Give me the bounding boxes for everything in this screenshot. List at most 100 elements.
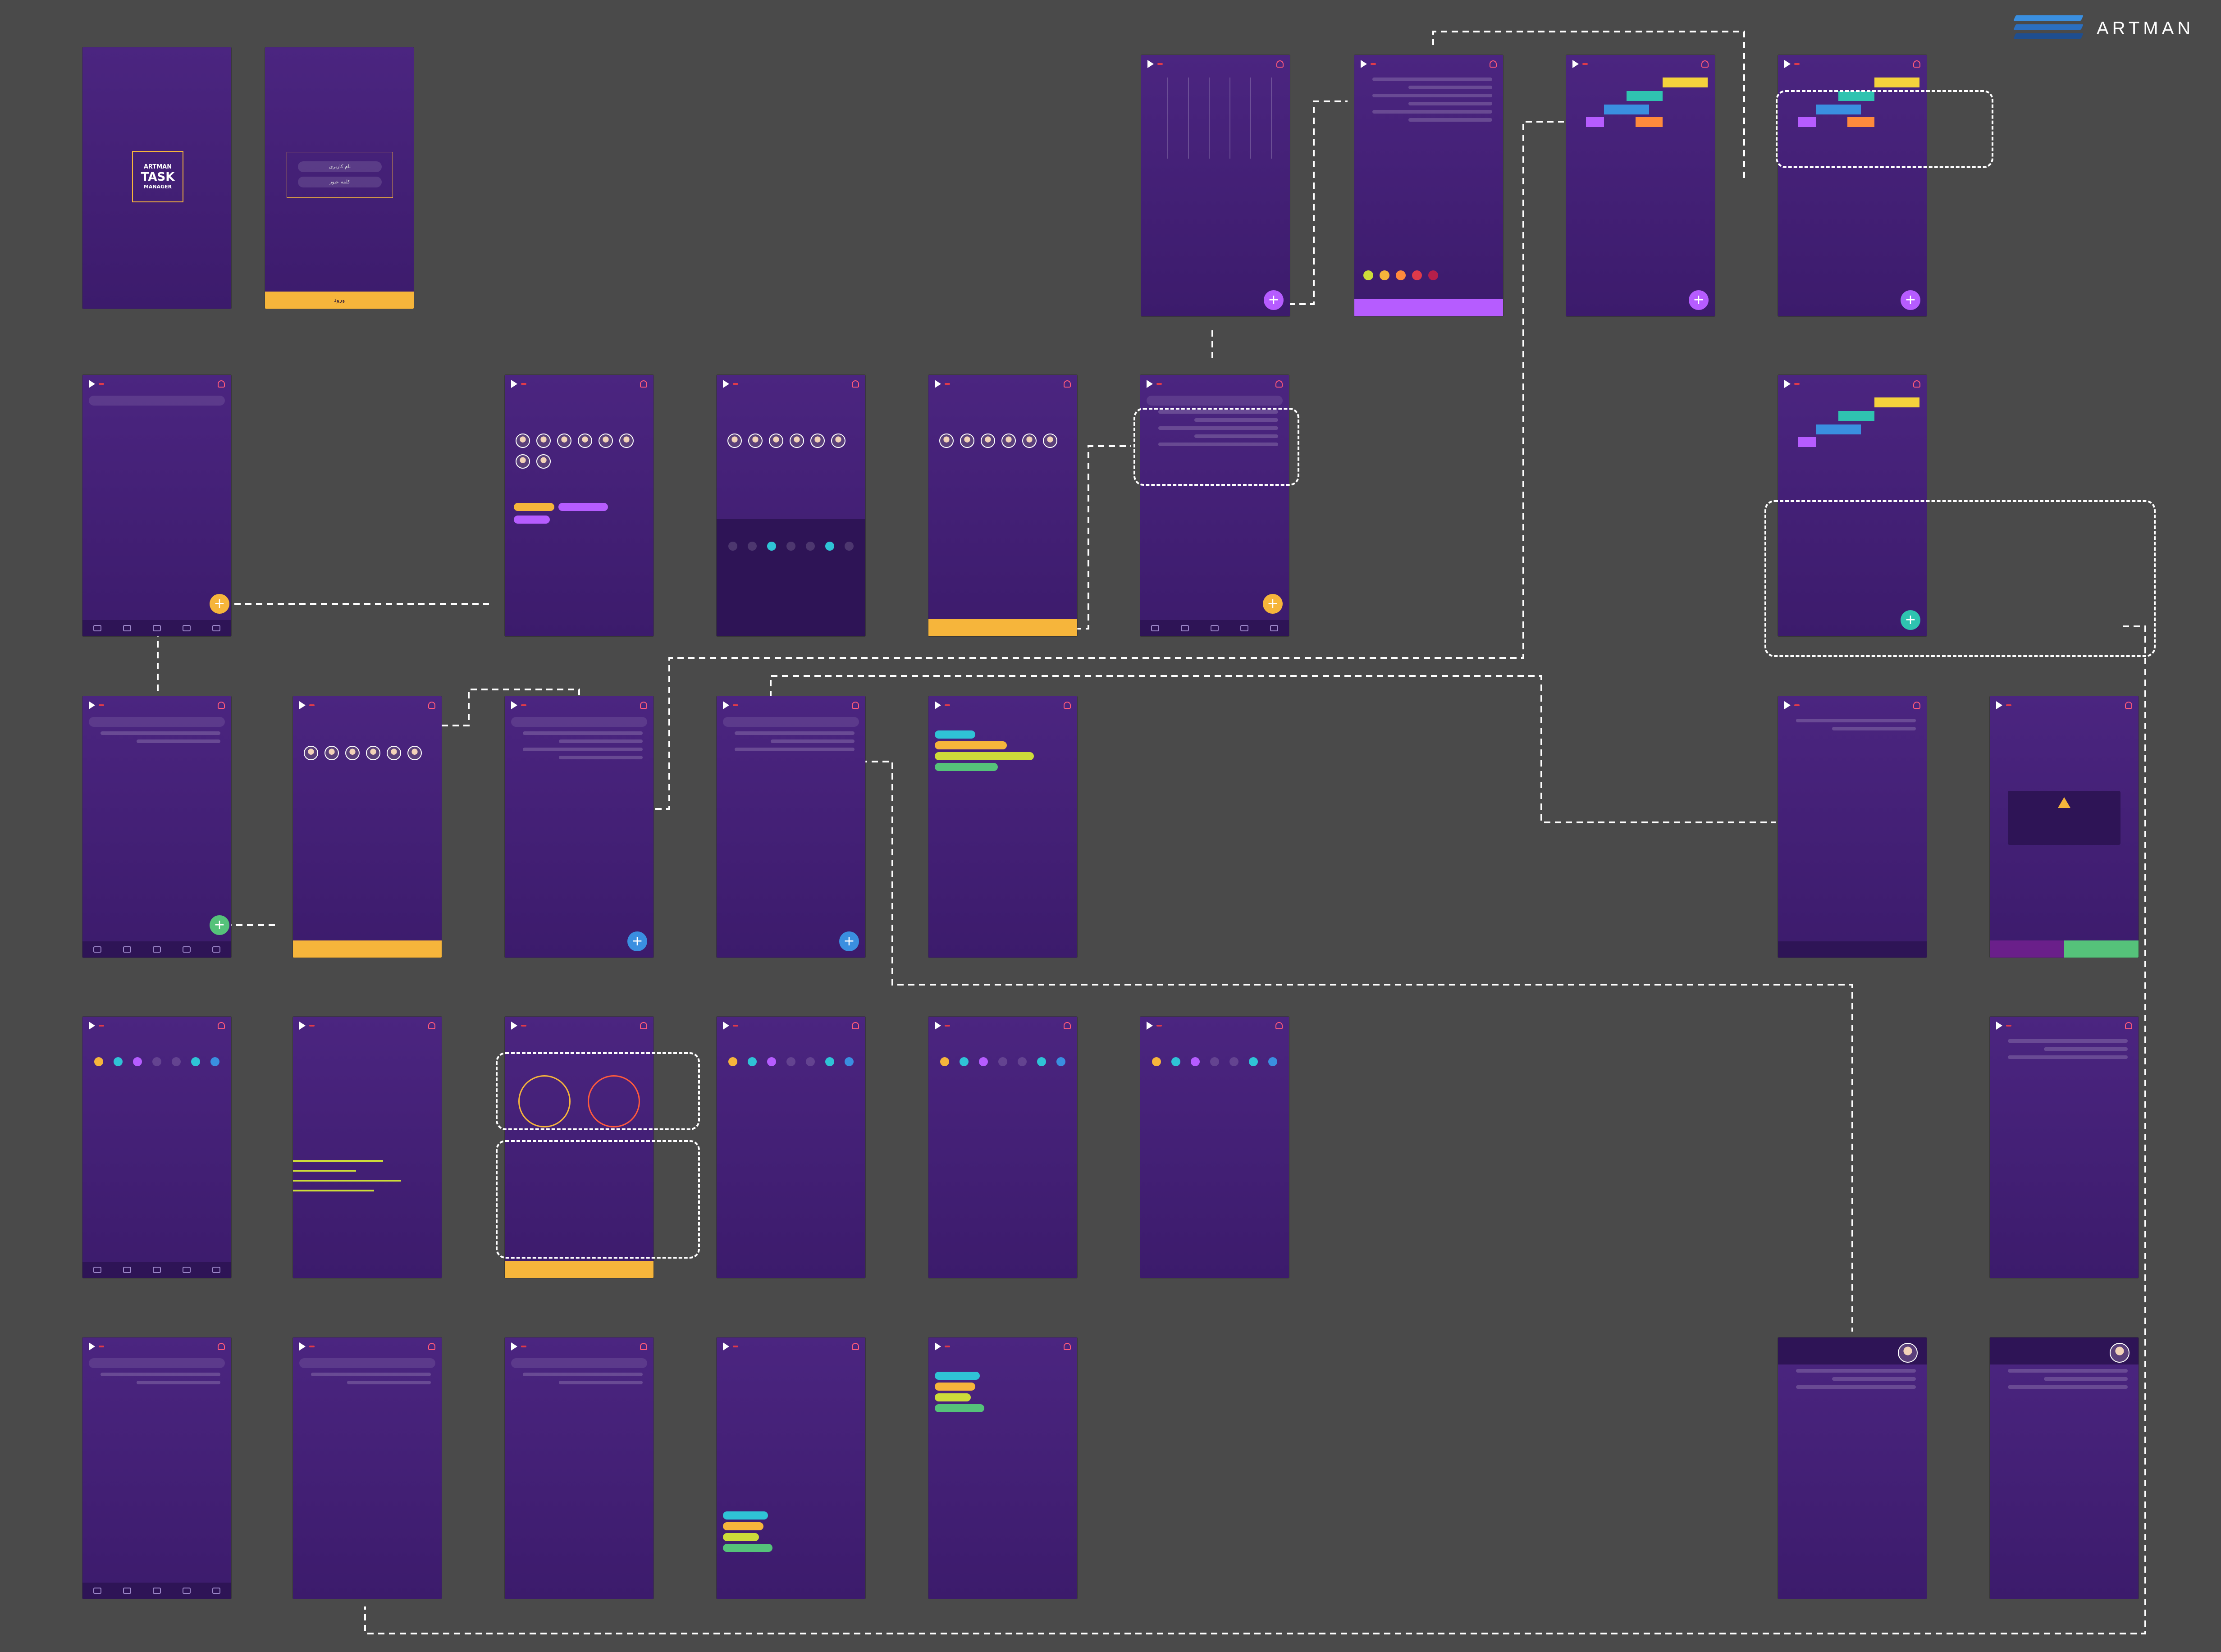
archive-row[interactable]: [137, 1381, 220, 1384]
calendar-day[interactable]: [1037, 1057, 1046, 1066]
tag-pill[interactable]: [935, 741, 1007, 749]
bell-icon[interactable]: [2125, 1022, 2132, 1029]
calendar-day[interactable]: [1152, 1057, 1161, 1066]
calendar-day[interactable]: [786, 542, 795, 551]
color-swatch[interactable]: [1428, 270, 1438, 280]
calendar-day[interactable]: [133, 1057, 142, 1066]
nav-icon[interactable]: [212, 625, 220, 631]
avatar[interactable]: [1898, 1343, 1918, 1363]
bell-icon[interactable]: [1064, 1343, 1071, 1350]
bell-icon[interactable]: [1275, 380, 1283, 388]
bell-icon[interactable]: [428, 1022, 435, 1029]
play-icon[interactable]: [1147, 1022, 1153, 1030]
nav-icon[interactable]: [212, 1588, 220, 1594]
nav-icon[interactable]: [153, 625, 161, 631]
task-row[interactable]: [523, 731, 643, 735]
avatar[interactable]: [619, 434, 634, 448]
calendar-day[interactable]: [1191, 1057, 1200, 1066]
bell-icon[interactable]: [852, 702, 859, 709]
bell-icon[interactable]: [428, 702, 435, 709]
avatar[interactable]: [790, 434, 804, 448]
play-icon[interactable]: [89, 1342, 95, 1351]
tag-pill[interactable]: [935, 1404, 984, 1412]
avatar[interactable]: [939, 434, 954, 448]
search-input[interactable]: [89, 396, 225, 406]
calendar-day[interactable]: [1210, 1057, 1219, 1066]
play-icon[interactable]: [299, 1342, 306, 1351]
add-group-button[interactable]: +: [210, 915, 229, 935]
save-button[interactable]: [1354, 299, 1503, 316]
avatar[interactable]: [304, 746, 318, 760]
add-project-button[interactable]: +: [210, 594, 229, 614]
bell-icon[interactable]: [1701, 60, 1709, 68]
bell-icon[interactable]: [1913, 60, 1920, 68]
nav-icon[interactable]: [153, 946, 161, 953]
calendar-day[interactable]: [1056, 1057, 1065, 1066]
nav-icon[interactable]: [123, 1267, 131, 1273]
bell-icon[interactable]: [218, 702, 225, 709]
calendar-day[interactable]: [94, 1057, 104, 1066]
tag-pill[interactable]: [558, 503, 608, 511]
calendar-day[interactable]: [979, 1057, 988, 1066]
search-input[interactable]: [511, 1358, 647, 1368]
gantt-bar[interactable]: [1627, 91, 1663, 101]
avatar[interactable]: [727, 434, 742, 448]
calendar-day[interactable]: [844, 542, 854, 551]
play-icon[interactable]: [1784, 701, 1791, 709]
member-row[interactable]: [735, 731, 855, 735]
avatar[interactable]: [407, 746, 422, 760]
play-icon[interactable]: [1996, 701, 2002, 709]
nav-icon[interactable]: [1151, 625, 1159, 631]
avatar[interactable]: [366, 746, 380, 760]
task-row[interactable]: [1372, 110, 1492, 114]
play-icon[interactable]: [935, 380, 941, 388]
avatar[interactable]: [516, 434, 530, 448]
avatar[interactable]: [1022, 434, 1037, 448]
login-button[interactable]: ورود: [265, 292, 414, 309]
tag-pill[interactable]: [935, 1383, 975, 1391]
bell-icon[interactable]: [1064, 1022, 1071, 1029]
calendar-day[interactable]: [171, 1057, 181, 1066]
calendar-day[interactable]: [805, 542, 815, 551]
task-row[interactable]: [523, 748, 643, 751]
nav-icon[interactable]: [212, 1267, 220, 1273]
bell-icon[interactable]: [1064, 702, 1071, 709]
play-icon[interactable]: [723, 701, 729, 709]
search-input[interactable]: [89, 1358, 225, 1368]
nav-icon[interactable]: [123, 625, 131, 631]
play-icon[interactable]: [723, 1342, 729, 1351]
nav-icon[interactable]: [93, 1267, 101, 1273]
search-input[interactable]: [723, 717, 859, 727]
nav-icon[interactable]: [212, 946, 220, 953]
nav-icon[interactable]: [183, 625, 191, 631]
nav-icon[interactable]: [153, 1267, 161, 1273]
play-icon[interactable]: [1147, 380, 1153, 388]
password-field[interactable]: کلمه عبور: [298, 177, 382, 187]
bell-icon[interactable]: [428, 1343, 435, 1350]
play-icon[interactable]: [89, 1022, 95, 1030]
schedule-bar[interactable]: [293, 1190, 374, 1191]
tag-pill[interactable]: [723, 1533, 759, 1541]
schedule-bar[interactable]: [293, 1180, 401, 1182]
task-row[interactable]: [1372, 94, 1492, 97]
color-swatch[interactable]: [1412, 270, 1422, 280]
gantt-bar[interactable]: [1798, 437, 1816, 447]
gantt-bar[interactable]: [1663, 78, 1708, 87]
archive-row[interactable]: [101, 1373, 220, 1376]
calendar-day[interactable]: [1017, 1057, 1027, 1066]
member-row[interactable]: [735, 748, 855, 751]
tag-pill[interactable]: [935, 763, 998, 771]
avatar[interactable]: [981, 434, 995, 448]
avatar[interactable]: [387, 746, 401, 760]
task-row[interactable]: [1832, 727, 1916, 730]
schedule-bar[interactable]: [293, 1170, 356, 1172]
tag-pill[interactable]: [935, 1393, 971, 1401]
date-picker[interactable]: [717, 519, 865, 636]
play-icon[interactable]: [299, 1022, 306, 1030]
play-icon[interactable]: [935, 1342, 941, 1351]
tag-pill[interactable]: [723, 1522, 763, 1530]
gantt-bar[interactable]: [1636, 117, 1663, 127]
add-task-button[interactable]: +: [1264, 290, 1284, 310]
gantt-bar[interactable]: [1604, 105, 1649, 114]
group-row[interactable]: [137, 739, 220, 743]
